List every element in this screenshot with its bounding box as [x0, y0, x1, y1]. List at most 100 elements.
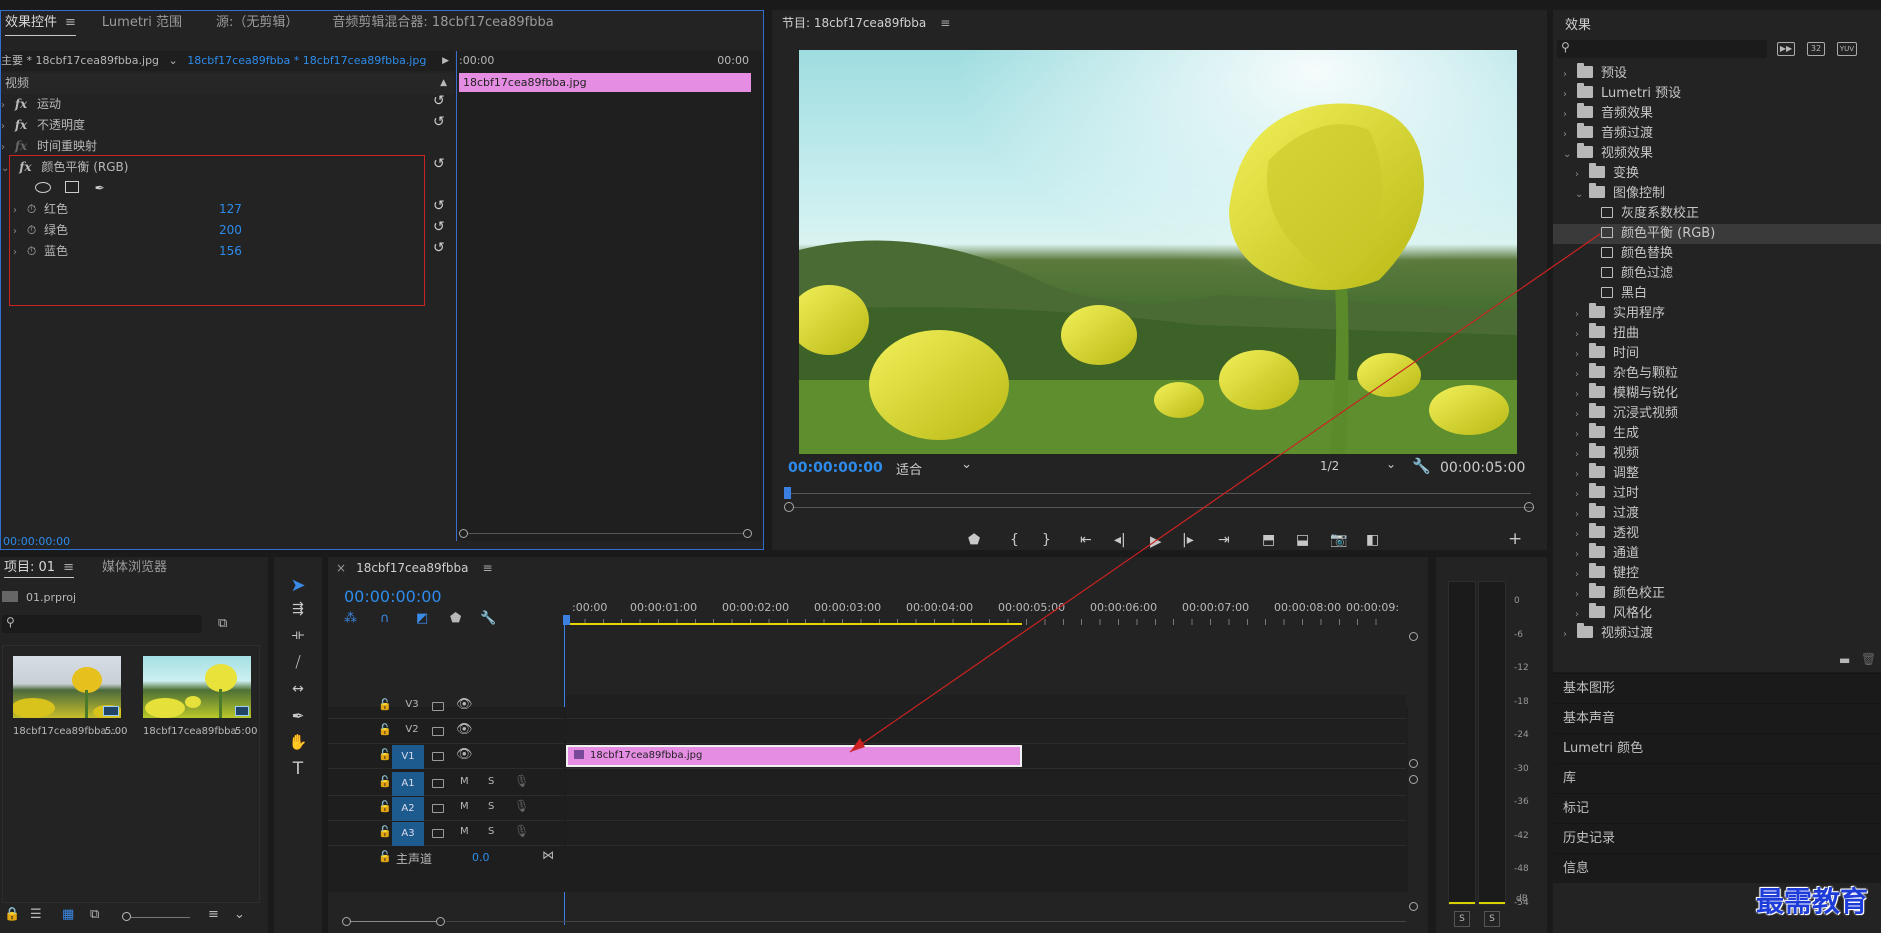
meter-solo-right[interactable]: S	[1484, 911, 1500, 927]
play-only-icon[interactable]: ▶	[442, 51, 449, 71]
pen-tool-icon[interactable]: ✒	[286, 707, 310, 725]
timeline-clip-v1[interactable]: 18cbf17cea89fbba.jpg	[566, 745, 1022, 767]
accelerated-effects-icon[interactable]: ▶▶	[1777, 42, 1795, 56]
chevron-right-icon[interactable]: ›	[1563, 625, 1577, 645]
effects-tree-item[interactable]: › 模糊与锐化	[1553, 383, 1881, 405]
timeline-hscroll-handle[interactable]	[436, 917, 445, 926]
go-to-out-icon[interactable]: ⇥	[1218, 532, 1230, 548]
project-search-input[interactable]: ⚲	[2, 615, 202, 633]
chevron-down-icon[interactable]: ⌄	[169, 54, 178, 67]
lock-icon[interactable]: 🔒	[4, 907, 20, 922]
effects-tree-item[interactable]: › 沉浸式视频	[1553, 403, 1881, 425]
reset-icon[interactable]: ↺	[433, 93, 445, 109]
program-scroll-end[interactable]	[1524, 502, 1534, 512]
clip-label[interactable]: 18cbf17cea89fbba * 18cbf17cea89fbba.jpg	[187, 54, 426, 67]
chevron-down-icon[interactable]: ⌄	[1575, 185, 1589, 205]
chevron-right-icon[interactable]: ›	[1575, 545, 1589, 565]
microphone-icon[interactable]: 🎙	[514, 824, 529, 838]
tab-source[interactable]: 源:（无剪辑）	[214, 11, 312, 39]
track-lane-a2[interactable]	[566, 797, 1406, 821]
reset-icon[interactable]: ↺	[433, 240, 445, 256]
effects-search-input[interactable]: ⚲	[1557, 40, 1767, 58]
track-header-v3[interactable]: 🔓 V3 👁	[328, 695, 564, 719]
chevron-right-icon[interactable]: ›	[1575, 405, 1589, 425]
zoom-slider[interactable]	[124, 917, 190, 918]
fx-icon[interactable]: fx	[15, 118, 27, 132]
solo-button[interactable]: S	[488, 776, 494, 787]
chevron-down-icon[interactable]: ⌄	[234, 907, 245, 922]
chevron-right-icon[interactable]: ›	[1575, 345, 1589, 365]
lock-icon[interactable]: 🔓	[378, 800, 392, 813]
add-marker-icon[interactable]: ⬟	[968, 532, 980, 548]
reset-icon[interactable]: ↺	[433, 156, 445, 172]
master-track-value[interactable]: 0.0	[472, 851, 490, 864]
effects-tree-item[interactable]: 黑白	[1553, 284, 1881, 304]
timeline-hscroll-track[interactable]	[446, 921, 1406, 922]
effects-tree-item[interactable]: 颜色过滤	[1553, 264, 1881, 284]
tab-lumetri-scopes[interactable]: Lumetri 范围	[100, 11, 196, 39]
track-lane-v2[interactable]	[566, 720, 1406, 744]
eye-icon[interactable]: 👁	[456, 697, 473, 712]
mini-scroll-track[interactable]	[468, 533, 744, 534]
effects-tree-item[interactable]: › 扭曲	[1553, 323, 1881, 345]
project-item-thumb[interactable]	[13, 656, 121, 718]
effects-tree-item[interactable]: › 实用程序	[1553, 303, 1881, 324]
sync-lock-icon[interactable]	[432, 752, 444, 761]
fx-icon[interactable]: fx	[15, 97, 27, 111]
sidebar-item-essential-graphics[interactable]: 基本图形	[1553, 673, 1881, 703]
effects-tree-item[interactable]: › 通道	[1553, 543, 1881, 565]
effects-tree-item[interactable]: ⌄ 视频效果	[1553, 143, 1881, 164]
timeline-vscroll-mid2[interactable]	[1409, 775, 1418, 784]
chevron-right-icon[interactable]: ›	[1575, 385, 1589, 405]
chevron-right-icon[interactable]: ›	[1575, 485, 1589, 505]
track-header-a3[interactable]: 🔓 A3 M S 🎙	[328, 822, 564, 846]
chevron-right-icon[interactable]: ›	[1575, 165, 1589, 185]
timeline-playhead-head[interactable]	[563, 615, 570, 625]
track-label[interactable]: A2	[392, 797, 424, 821]
lock-icon[interactable]: 🔓	[378, 825, 392, 838]
effects-tree-item[interactable]: › 风格化	[1553, 603, 1881, 624]
track-header-v1[interactable]: 🔓 V1 👁	[328, 745, 564, 769]
freeform-view-icon[interactable]: ⧉	[90, 907, 99, 922]
chevron-right-icon[interactable]: ›	[1563, 85, 1577, 105]
yuv-effects-badge[interactable]: YUV	[1837, 42, 1857, 56]
timeline-ruler[interactable]: :00:00 00:00:01:00 00:00:02:00 00:00:03:…	[563, 597, 1399, 627]
fit-dropdown[interactable]: 适合 ⌄	[896, 457, 976, 478]
icon-view-icon[interactable]: ▦	[62, 907, 74, 922]
chevron-right-icon[interactable]: ›	[1563, 65, 1577, 85]
reset-icon[interactable]: ↺	[433, 114, 445, 130]
effects-tree-item[interactable]: › 调整	[1553, 463, 1881, 484]
effects-tree-item[interactable]: › 过时	[1553, 483, 1881, 505]
slip-tool-icon[interactable]: ↔	[286, 681, 310, 697]
chevron-right-icon[interactable]: ›	[1575, 325, 1589, 345]
tab-project[interactable]: 项目: 01 ≡	[2, 557, 88, 581]
sync-lock-icon[interactable]	[432, 829, 444, 838]
panel-menu-icon[interactable]: ≡	[65, 11, 76, 35]
timeline-hscroll-start[interactable]	[342, 917, 351, 926]
lock-icon[interactable]: 🔓	[378, 723, 392, 736]
reset-icon[interactable]: ↺	[433, 219, 445, 235]
sidebar-item-lumetri-color[interactable]: Lumetri 颜色	[1553, 733, 1881, 763]
meter-solo-left[interactable]: S	[1454, 911, 1470, 927]
go-to-end-icon[interactable]: ⋈	[542, 848, 554, 862]
effect-time-remap[interactable]: › fx 时间重映射	[1, 136, 455, 157]
timeline-timecode[interactable]: 00:00:00:00	[344, 587, 442, 606]
mute-button[interactable]: M	[460, 801, 469, 812]
sync-lock-icon[interactable]	[432, 727, 444, 736]
wrench-icon[interactable]: 🔧	[1412, 457, 1431, 475]
export-frame-icon[interactable]: 📷	[1330, 532, 1347, 548]
solo-button[interactable]: S	[488, 826, 494, 837]
program-video-frame[interactable]	[799, 50, 1517, 454]
comparison-view-icon[interactable]: ◧	[1366, 532, 1379, 548]
lock-icon[interactable]: 🔓	[378, 775, 392, 788]
effects-tree-item[interactable]: 颜色平衡 (RGB)	[1553, 224, 1881, 244]
chevron-right-icon[interactable]: ›	[1575, 585, 1589, 605]
effects-tree-item[interactable]: › 生成	[1553, 423, 1881, 444]
effect-opacity[interactable]: › fx 不透明度	[1, 115, 455, 136]
scroll-up-icon[interactable]: ▲	[440, 73, 447, 94]
eye-icon[interactable]: 👁	[456, 747, 473, 762]
chevron-right-icon[interactable]: ›	[1575, 525, 1589, 545]
sync-lock-icon[interactable]	[432, 779, 444, 788]
program-scrub-track[interactable]	[791, 493, 1531, 494]
lift-icon[interactable]: ⬒	[1262, 532, 1275, 548]
